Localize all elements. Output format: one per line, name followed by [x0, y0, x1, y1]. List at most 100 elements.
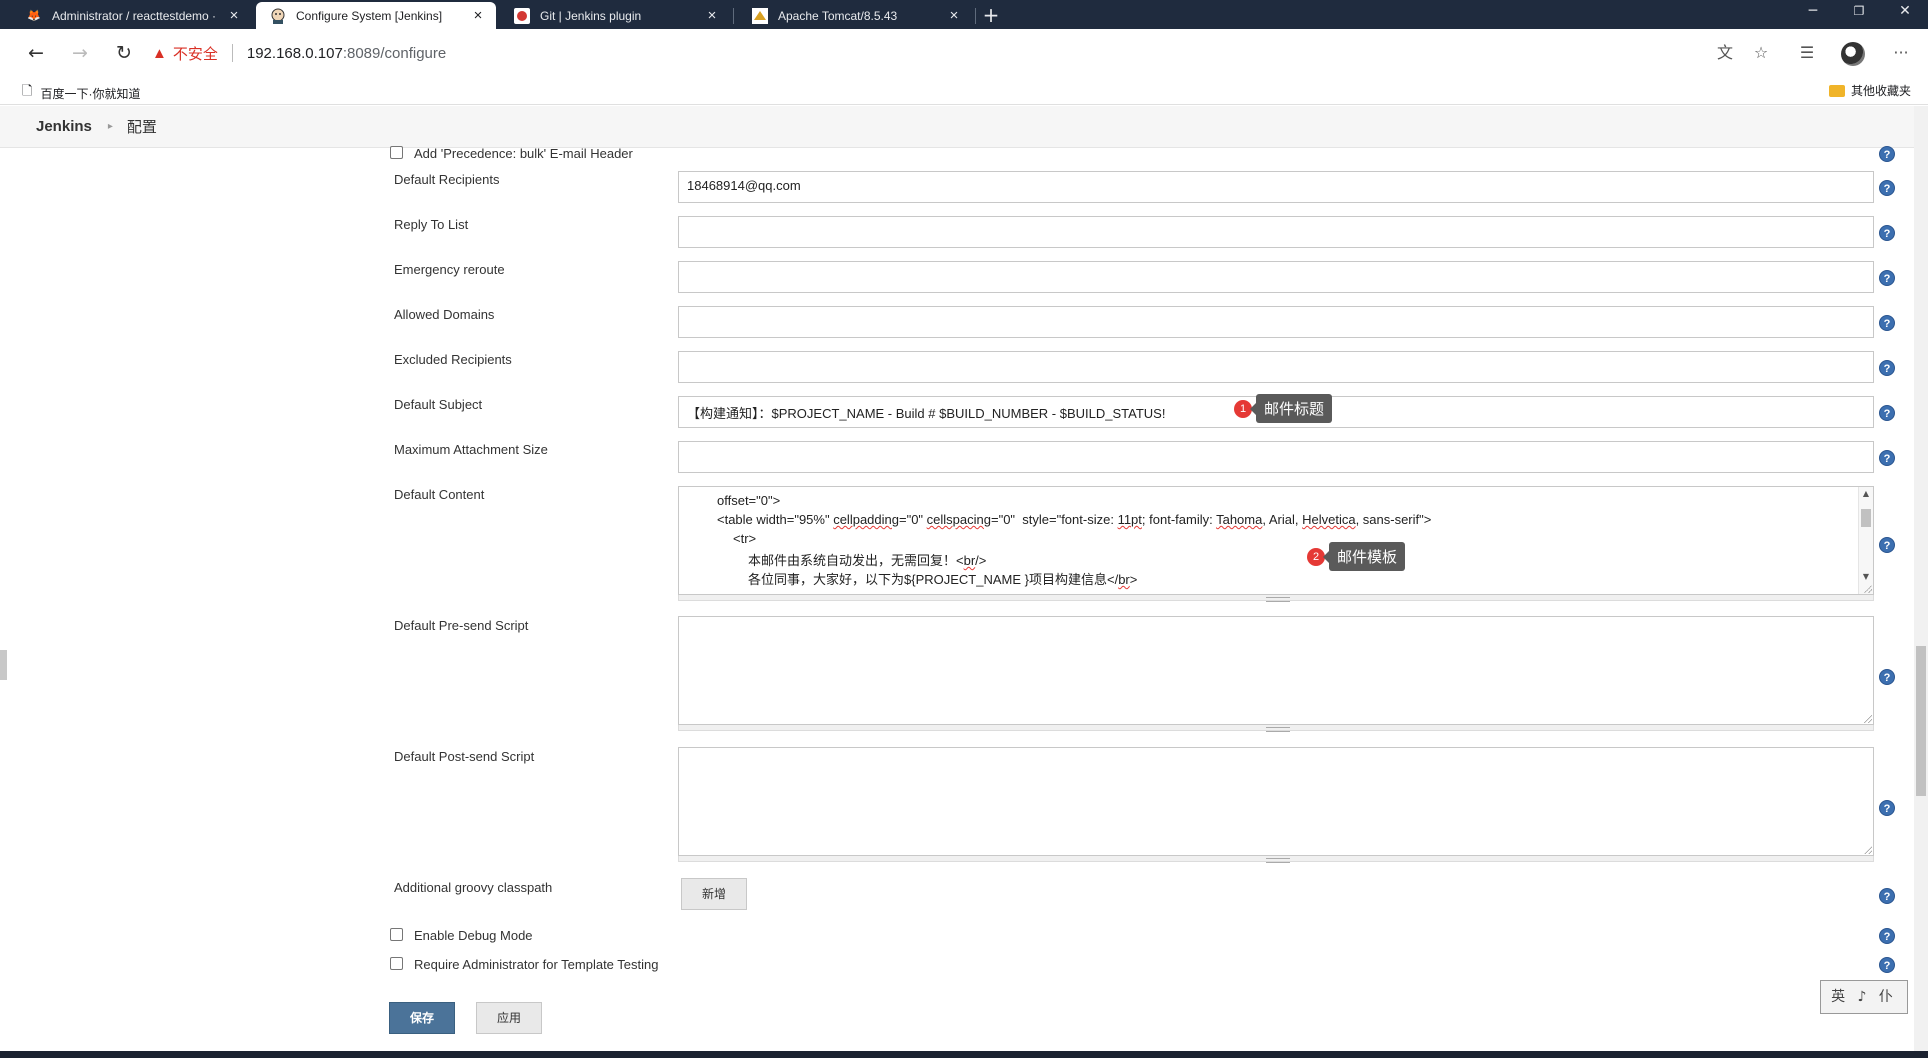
postsend-script-textarea[interactable]: [678, 747, 1874, 856]
translate-icon[interactable]: 文: [1711, 39, 1739, 67]
resize-handle[interactable]: [1862, 713, 1872, 723]
new-tab-button[interactable]: +: [978, 3, 1004, 27]
help-icon[interactable]: ?: [1879, 450, 1895, 466]
more-menu-icon[interactable]: ···: [1887, 39, 1915, 67]
emergency-reroute-input[interactable]: [678, 261, 1874, 293]
require-admin-label: Require Administrator for Template Testi…: [414, 957, 659, 972]
scrollbar-thumb[interactable]: [1916, 646, 1926, 796]
scroll-up-icon[interactable]: ▲: [1859, 487, 1873, 501]
chevron-right-icon: ▸: [107, 121, 113, 132]
help-icon[interactable]: ?: [1879, 405, 1895, 421]
close-icon[interactable]: ×: [470, 7, 486, 24]
minimize-button[interactable]: ─: [1790, 0, 1836, 29]
tab-separator: [733, 8, 734, 24]
tab-git-plugin[interactable]: Git | Jenkins plugin ×: [500, 2, 730, 29]
url-path: :8089/configure: [342, 44, 447, 62]
favorite-star-icon[interactable]: ☆: [1747, 39, 1775, 67]
bookmark-label: 其他收藏夹: [1851, 84, 1912, 98]
reply-to-input[interactable]: [678, 216, 1874, 248]
close-icon[interactable]: ×: [704, 7, 720, 24]
require-admin-checkbox[interactable]: [390, 957, 403, 970]
back-button[interactable]: ←: [22, 39, 50, 67]
emergency-reroute-label: Emergency reroute: [394, 262, 505, 277]
help-icon[interactable]: ?: [1879, 360, 1895, 376]
help-icon[interactable]: ?: [1879, 180, 1895, 196]
help-icon[interactable]: ?: [1879, 957, 1895, 973]
default-recipients-input[interactable]: 18468914@qq.com: [678, 171, 1874, 203]
window-close-button[interactable]: ✕: [1882, 0, 1928, 29]
textarea-resize-grip[interactable]: [678, 725, 1874, 732]
tomcat-icon: [752, 7, 768, 24]
resize-handle[interactable]: [1862, 844, 1872, 854]
help-icon[interactable]: ?: [1879, 225, 1895, 241]
save-button[interactable]: 保存: [389, 1002, 455, 1034]
bookmark-other-folder[interactable]: 其他收藏夹: [1829, 82, 1911, 99]
scroll-down-icon[interactable]: ▼: [1859, 570, 1873, 584]
tab-tomcat[interactable]: Apache Tomcat/8.5.43 ×: [738, 2, 972, 29]
breadcrumb-jenkins[interactable]: Jenkins: [36, 118, 92, 135]
breadcrumb: Jenkins ▸ 配置: [0, 106, 1914, 148]
tab-gitlab[interactable]: 🦊 Administrator / reacttestdemo · G ×: [12, 2, 252, 29]
precedence-bulk-label: Add 'Precedence: bulk' E-mail Header: [414, 146, 633, 161]
address-bar[interactable]: ▲ 不安全 192.168.0.107:8089/configure: [152, 37, 1717, 69]
forward-button[interactable]: →: [66, 39, 94, 67]
restore-button[interactable]: ❐: [1836, 0, 1882, 29]
allowed-domains-label: Allowed Domains: [394, 307, 495, 322]
close-icon[interactable]: ×: [946, 7, 962, 24]
presend-script-textarea[interactable]: [678, 616, 1874, 725]
bookmark-baidu[interactable]: 🗋 百度一下·你就知道: [22, 82, 140, 104]
insecure-label: 不安全: [172, 45, 218, 63]
folder-icon: [1829, 84, 1845, 97]
favorites-list-icon[interactable]: ☰: [1793, 39, 1821, 67]
help-icon[interactable]: ?: [1879, 928, 1895, 944]
help-icon[interactable]: ?: [1879, 800, 1895, 816]
max-attachment-input[interactable]: [678, 441, 1874, 473]
help-icon[interactable]: ?: [1879, 537, 1895, 553]
help-icon[interactable]: ?: [1879, 669, 1895, 685]
code-content: offset="0"> <table width="95%" cellpaddi…: [679, 487, 1857, 594]
profile-avatar-icon[interactable]: [1841, 42, 1865, 66]
debug-mode-checkbox[interactable]: [390, 928, 403, 941]
annotation-template: 2 邮件模板: [1307, 542, 1406, 571]
resize-handle[interactable]: [1862, 583, 1872, 593]
allowed-domains-input[interactable]: [678, 306, 1874, 338]
tab-title: Apache Tomcat/8.5.43: [778, 8, 898, 23]
jenkins-icon: [270, 8, 286, 24]
excluded-recipients-input[interactable]: [678, 351, 1874, 383]
annotation-subject: 1 邮件标题: [1234, 394, 1333, 423]
reload-button[interactable]: ↻: [110, 39, 138, 67]
tab-configure-system[interactable]: Configure System [Jenkins] ×: [256, 2, 496, 29]
tab-title: Git | Jenkins plugin: [540, 8, 642, 23]
groovy-classpath-label: Additional groovy classpath: [394, 880, 553, 895]
divider: [231, 44, 233, 62]
default-content-textarea[interactable]: offset="0"> <table width="95%" cellpaddi…: [678, 486, 1874, 595]
textarea-resize-grip[interactable]: [678, 856, 1874, 863]
help-icon[interactable]: ?: [1879, 888, 1895, 904]
tab-title: Configure System [Jenkins]: [296, 8, 443, 23]
address-toolbar: ← → ↻ ▲ 不安全 192.168.0.107:8089/configure…: [0, 29, 1928, 77]
side-handle: [0, 650, 7, 680]
debug-mode-label: Enable Debug Mode: [414, 928, 533, 943]
page-icon: 🗋: [22, 83, 33, 98]
apply-button[interactable]: 应用: [476, 1002, 542, 1034]
scrollbar-thumb[interactable]: [1861, 509, 1871, 527]
tab-separator: [975, 8, 976, 24]
help-icon[interactable]: ?: [1879, 146, 1895, 162]
code-line: 本邮件由系统自动发出，无需回复！<br/>: [748, 553, 987, 568]
close-icon[interactable]: ×: [226, 7, 242, 24]
precedence-bulk-checkbox[interactable]: [390, 146, 403, 159]
textarea-resize-grip[interactable]: [678, 595, 1874, 602]
annotation-label: 邮件模板: [1322, 542, 1406, 571]
code-line: <table width="95%" cellpadding="0" cells…: [717, 512, 1432, 527]
help-icon[interactable]: ?: [1879, 270, 1895, 286]
max-attachment-label: Maximum Attachment Size: [394, 442, 548, 457]
add-classpath-button[interactable]: 新增: [681, 878, 747, 910]
default-recipients-label: Default Recipients: [394, 172, 500, 187]
page-scrollbar[interactable]: [1914, 106, 1928, 1051]
reply-to-label: Reply To List: [394, 217, 469, 232]
help-icon[interactable]: ?: [1879, 315, 1895, 331]
breadcrumb-configure[interactable]: 配置: [127, 116, 157, 137]
ime-indicator[interactable]: 英 ♪ 仆: [1820, 980, 1908, 1014]
textarea-scrollbar[interactable]: ▲ ▼: [1858, 487, 1873, 594]
gitlab-icon: 🦊: [27, 10, 41, 22]
